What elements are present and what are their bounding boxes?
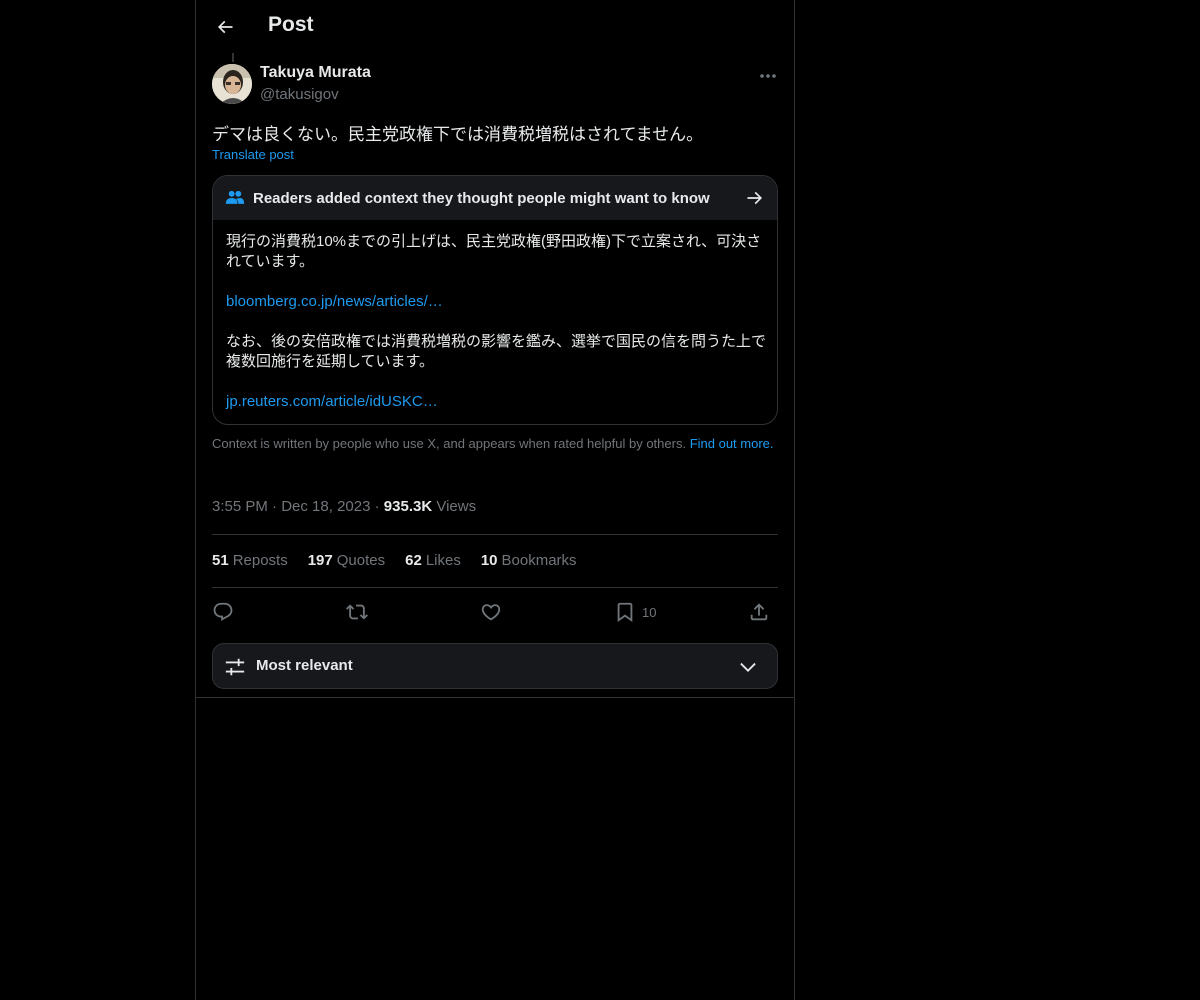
post-text: デマは良くない。民主党政権下では消費税増税はされてません。 xyxy=(212,125,704,144)
thread-connector xyxy=(232,53,234,62)
repost-button[interactable] xyxy=(346,600,368,624)
reposts-stat[interactable]: 51 Reposts xyxy=(212,552,288,569)
reply-icon xyxy=(213,602,233,621)
author-name[interactable]: Takuya Murata xyxy=(260,64,371,82)
bookmark-button[interactable]: 10 xyxy=(614,600,656,624)
avatar-image xyxy=(212,64,252,104)
page-header: Post xyxy=(196,0,794,53)
reply-button[interactable] xyxy=(212,600,234,624)
like-button[interactable] xyxy=(480,600,502,624)
sliders-icon xyxy=(225,658,245,676)
context-disclaimer-text: Context is written by people who use X, … xyxy=(212,436,687,451)
repost-icon xyxy=(346,604,368,620)
community-note-body: 現行の消費税10%までの引上げは、民主党政権(野田政権)下で立案され、可決されて… xyxy=(226,232,766,412)
post-metadata: 3:55 PM · Dec 18, 2023 · 935.3K Views xyxy=(212,498,477,515)
community-note-title: Readers added context they thought peopl… xyxy=(253,190,710,207)
bookmarks-stat[interactable]: 10 Bookmarks xyxy=(481,552,577,569)
main-column: Post Takuya Murata @takusigov デマは良くない。民主… xyxy=(195,0,795,1000)
heart-icon xyxy=(481,604,501,621)
views-label: Views xyxy=(436,498,477,515)
share-button[interactable] xyxy=(748,600,770,624)
likes-stat[interactable]: 62 Likes xyxy=(405,552,461,569)
sort-label: Most relevant xyxy=(256,657,353,674)
more-options-button[interactable] xyxy=(756,66,780,86)
community-note: Readers added context they thought peopl… xyxy=(212,175,778,425)
bookmark-count: 10 xyxy=(642,604,657,620)
share-icon xyxy=(750,603,768,621)
action-bar: 10 xyxy=(212,598,778,626)
translate-post-link[interactable]: Translate post xyxy=(212,147,294,162)
arrow-left-icon xyxy=(217,20,233,34)
people-icon xyxy=(225,190,245,204)
author-handle[interactable]: @takusigov xyxy=(260,86,339,103)
post-time[interactable]: 3:55 PM xyxy=(212,498,268,515)
community-note-link[interactable]: jp.reuters.com/article/idUSKC… xyxy=(226,393,438,410)
context-disclaimer: Context is written by people who use X, … xyxy=(212,436,776,452)
avatar[interactable] xyxy=(212,64,252,104)
community-note-link[interactable]: bloomberg.co.jp/news/articles/… xyxy=(226,293,443,310)
find-out-more-link[interactable]: Find out more. xyxy=(690,436,774,451)
page-title: Post xyxy=(268,13,314,36)
community-note-paragraph: 現行の消費税10%までの引上げは、民主党政権(野田政権)下で立案され、可決されて… xyxy=(226,233,762,270)
divider xyxy=(196,697,794,698)
bookmark-icon xyxy=(617,602,633,623)
views-count: 935.3K xyxy=(383,498,433,515)
chevron-down-icon xyxy=(740,662,756,672)
post-date[interactable]: Dec 18, 2023 xyxy=(281,498,370,515)
arrow-right-icon xyxy=(747,191,763,205)
more-horizontal-icon xyxy=(760,74,776,78)
back-button[interactable] xyxy=(208,10,242,44)
quotes-stat[interactable]: 197 Quotes xyxy=(308,552,385,569)
divider xyxy=(212,587,778,588)
reply-sort-dropdown[interactable]: Most relevant xyxy=(212,643,778,689)
community-note-header[interactable]: Readers added context they thought peopl… xyxy=(213,176,777,220)
engagement-stats: 51 Reposts 197 Quotes 62 Likes 10 Bookmarks xyxy=(212,552,577,569)
divider xyxy=(212,534,778,535)
community-note-paragraph: なお、後の安倍政権では消費税増税の影響を鑑み、選挙で国民の信を問うた上で複数回施… xyxy=(226,333,767,370)
